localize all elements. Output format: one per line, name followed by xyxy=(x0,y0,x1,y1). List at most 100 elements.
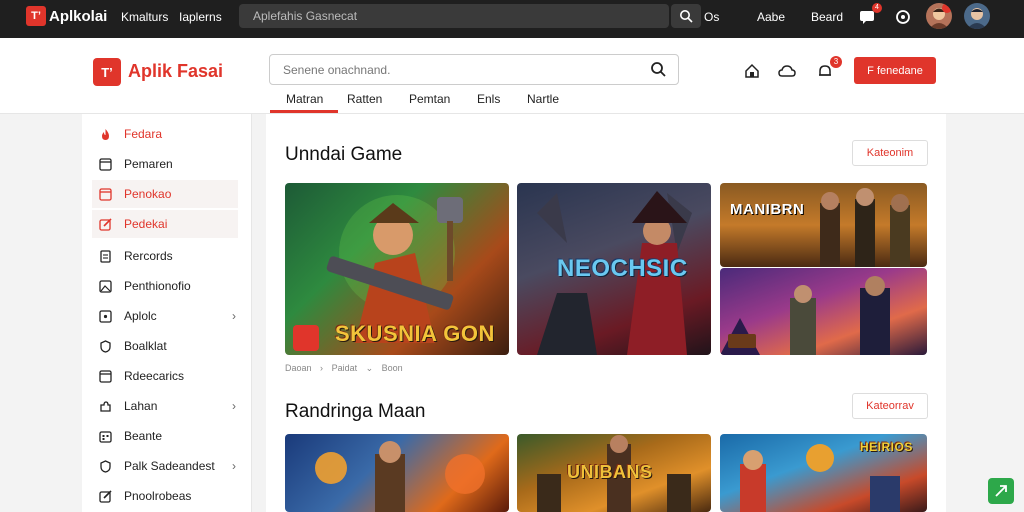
primary-action-button[interactable]: F fenedane xyxy=(854,57,936,84)
main-header: T’ Aplik Fasai Senene onachnand. 3 F fen… xyxy=(0,38,1024,114)
game-card-title: HEIRIOS xyxy=(860,440,913,454)
sidebar-item-10[interactable]: Lahan › xyxy=(92,392,238,420)
floating-action-button[interactable] xyxy=(988,478,1014,504)
avatar-face-icon xyxy=(964,3,990,29)
secondary-avatar[interactable] xyxy=(964,3,990,29)
topbar-right-link-1[interactable]: Aabe xyxy=(757,10,785,24)
sidebar-item-2[interactable]: Pemaren xyxy=(92,150,238,178)
gear-icon xyxy=(896,10,910,24)
home-icon xyxy=(745,63,759,78)
topbar-logo-icon[interactable]: T’ xyxy=(26,6,46,26)
sidebar: Fedara Pemaren Penokao Pedekai Rercords … xyxy=(82,114,252,512)
puzzle-icon xyxy=(98,399,112,413)
calendar-icon xyxy=(98,429,112,443)
game-card-title: SKUSNIA GON xyxy=(335,321,495,346)
sidebar-item-label: Rercords xyxy=(124,249,173,263)
home-button[interactable] xyxy=(741,60,763,82)
header-search-input[interactable]: Senene onachnand. xyxy=(269,54,679,85)
tab-4[interactable]: Enls xyxy=(477,92,500,106)
avatar-status-badge xyxy=(942,3,952,13)
notifications-badge: 3 xyxy=(830,56,842,68)
sidebar-item-label: Pemaren xyxy=(124,157,173,171)
document-icon xyxy=(98,249,112,263)
tab-3[interactable]: Pemtan xyxy=(409,92,450,106)
game-card-5[interactable] xyxy=(285,434,509,512)
sidebar-item-label: Beante xyxy=(124,429,163,443)
edit-icon xyxy=(98,489,112,503)
app-icon xyxy=(98,309,112,323)
game-card-title: MANIBRN xyxy=(730,201,805,218)
sidebar-item-9[interactable]: Rdeecarics xyxy=(92,362,238,390)
chevron-right-icon: › xyxy=(232,459,236,473)
game-card-2[interactable]: NEOCHSIC xyxy=(517,183,711,355)
search-icon xyxy=(680,10,693,23)
shield-icon xyxy=(98,459,112,473)
breadcrumb-item[interactable]: Daoan xyxy=(285,363,312,373)
image-icon xyxy=(98,279,112,293)
game-logo-icon xyxy=(728,334,756,348)
sidebar-item-label: Palk Sadeandest xyxy=(124,459,215,473)
sidebar-item-13[interactable]: Pnoolrobeas xyxy=(92,482,238,510)
topbar-settings-button[interactable] xyxy=(892,6,914,28)
breadcrumb: Daoan › Paidat ⌄ Boon xyxy=(285,363,403,374)
game-card-6[interactable]: UNIBANS xyxy=(517,434,711,512)
topbar-link-1[interactable]: Kmalturs xyxy=(121,10,168,24)
notifications-button[interactable]: 3 xyxy=(814,56,842,82)
sidebar-item-label: Lahan xyxy=(124,399,158,413)
user-avatar[interactable] xyxy=(926,3,952,29)
breadcrumb-item[interactable]: Paidat xyxy=(332,363,358,373)
breadcrumb-item[interactable]: Boon xyxy=(382,363,403,373)
sidebar-item-label: Pedekai xyxy=(124,217,168,231)
sidebar-item-label: Pnoolrobeas xyxy=(124,489,192,503)
game-card-4[interactable] xyxy=(720,268,927,355)
chevron-right-icon: › xyxy=(232,399,236,413)
topbar-right-link-2[interactable]: Beard xyxy=(811,10,843,24)
window-icon xyxy=(98,369,112,383)
sidebar-item-12[interactable]: Palk Sadeandest › xyxy=(92,452,238,480)
sidebar-item-3[interactable]: Penokao xyxy=(92,180,238,208)
sidebar-item-7[interactable]: Aplolc › xyxy=(92,302,238,330)
active-tab-indicator xyxy=(270,110,338,113)
sidebar-item-6[interactable]: Penthionofio xyxy=(92,272,238,300)
game-card-3[interactable]: MANIBRN xyxy=(720,183,927,267)
section-1-more-button[interactable]: Kateonim xyxy=(852,140,928,166)
sidebar-item-label: Rdeecarics xyxy=(124,369,185,383)
sidebar-item-11[interactable]: Beante xyxy=(92,422,238,450)
header-search-placeholder: Senene onachnand. xyxy=(283,63,391,77)
sidebar-item-4[interactable]: Pedekai xyxy=(92,210,238,238)
topbar-messages-button[interactable]: 4 xyxy=(856,3,882,28)
window-icon xyxy=(98,187,112,201)
header-brand[interactable]: Aplik Fasai xyxy=(128,61,223,82)
section-title-2: Randringa Maan xyxy=(285,401,426,422)
tab-5[interactable]: Nartle xyxy=(527,92,559,106)
cloud-button[interactable] xyxy=(776,60,798,82)
game-card-1[interactable]: SKUSNIA GON xyxy=(285,183,509,355)
sidebar-item-label: Fedara xyxy=(124,127,163,141)
topbar-search-suffix[interactable]: Os xyxy=(704,10,719,24)
window-icon xyxy=(98,157,112,171)
topbar-search-input[interactable]: Aplefahis Gasnecat xyxy=(239,4,669,28)
game-card-title: UNIBANS xyxy=(567,462,653,482)
game-card-title: NEOCHSIC xyxy=(557,255,688,282)
topbar-brand[interactable]: Aplkolai xyxy=(49,8,107,25)
chat-icon xyxy=(860,11,874,24)
edit-icon xyxy=(98,217,112,231)
expand-icon xyxy=(995,485,1007,497)
fire-icon xyxy=(98,127,112,141)
search-icon[interactable] xyxy=(650,61,666,82)
tab-1[interactable]: Matran xyxy=(286,92,323,106)
topbar-badge: 4 xyxy=(872,3,882,13)
sidebar-item-label: Penokao xyxy=(124,187,172,201)
game-badge-icon xyxy=(293,325,319,351)
cloud-icon xyxy=(778,65,796,77)
section-2-more-button[interactable]: Kateorrav xyxy=(852,393,928,419)
tab-2[interactable]: Ratten xyxy=(347,92,382,106)
sidebar-item-8[interactable]: Boalklat xyxy=(92,332,238,360)
topbar-link-2[interactable]: Iaplerns xyxy=(179,10,222,24)
game-card-7[interactable]: HEIRIOS xyxy=(720,434,927,512)
topbar-search-button[interactable] xyxy=(671,4,701,28)
chevron-down-icon: ⌄ xyxy=(365,363,374,373)
sidebar-item-5[interactable]: Rercords xyxy=(92,242,238,270)
header-logo-icon[interactable]: T’ xyxy=(93,58,121,86)
sidebar-item-1[interactable]: Fedara xyxy=(92,120,238,148)
